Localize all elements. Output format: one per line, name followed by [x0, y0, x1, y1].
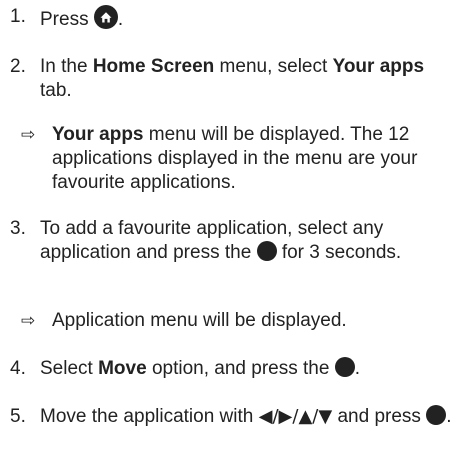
step-number: 1. — [10, 6, 26, 27]
ok-button-icon — [334, 357, 355, 377]
ok-button-icon — [426, 405, 447, 425]
step-text: In the Home Screen menu, select Your app… — [40, 56, 425, 101]
direction-arrows-icon: ◀/▶/▲/▼ — [258, 406, 333, 427]
instruction-page: { "steps": [ { "number": "1.", "text_bef… — [0, 0, 465, 451]
home-icon — [93, 5, 118, 29]
step-text: Press . — [40, 5, 458, 32]
step-text: Move the application with ◀/▶/▲/▼ and pr… — [40, 405, 452, 427]
step-text: Select Move option, and press the . — [40, 357, 360, 379]
move-label: Move — [98, 358, 147, 379]
step-number: 3. — [10, 218, 26, 239]
result-arrow-icon: ⇨ — [21, 125, 36, 145]
your-apps-label: Your apps — [332, 56, 425, 77]
step-number: 4. — [10, 358, 26, 379]
ok-button-icon — [256, 241, 277, 261]
step-text: To add a favourite application, select a… — [40, 218, 402, 263]
home-screen-label: Home Screen — [92, 56, 215, 77]
result-text: Your apps menu will be displayed. The 12… — [52, 124, 418, 193]
result-text: Application menu will be displayed. — [52, 310, 347, 331]
result-arrow-icon: ⇨ — [21, 311, 36, 331]
step-number: 5. — [10, 406, 26, 427]
step-number: 2. — [10, 56, 26, 77]
